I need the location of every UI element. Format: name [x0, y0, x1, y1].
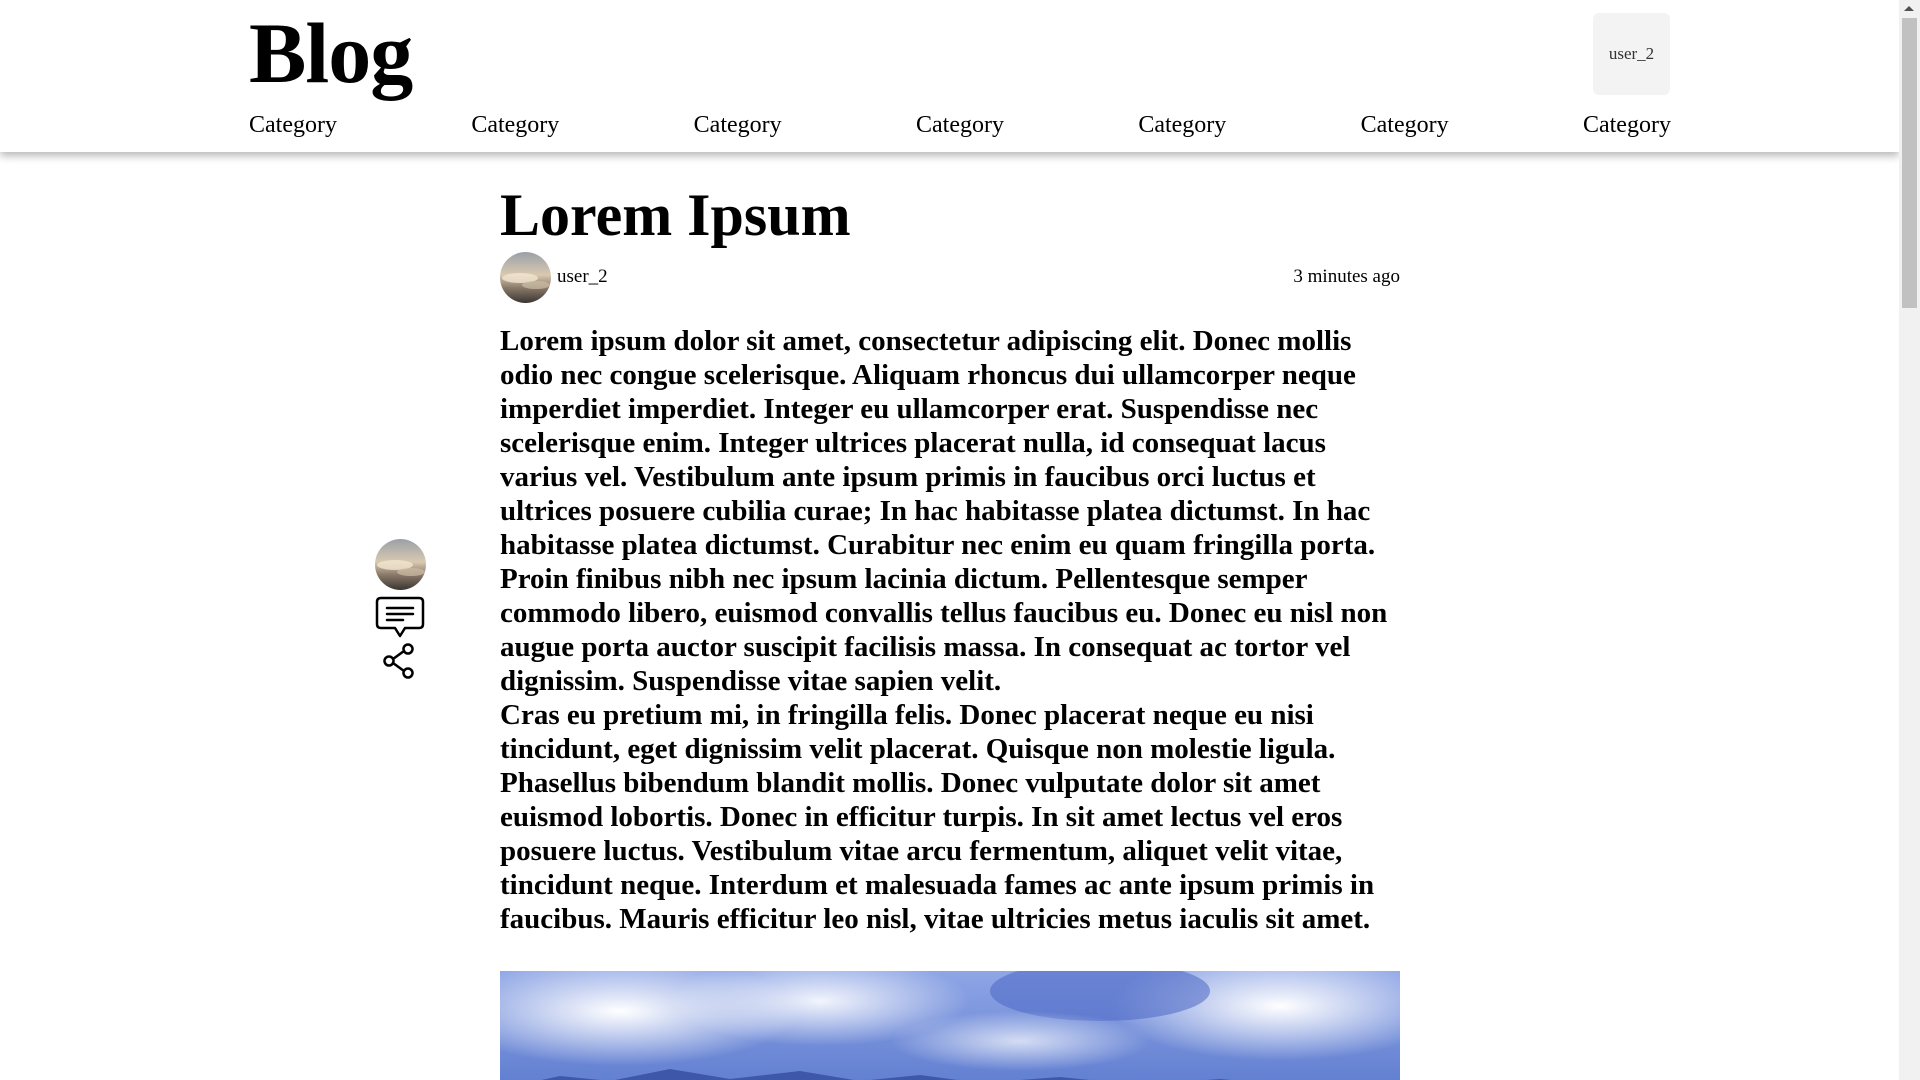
- article-paragraph-1: Lorem ipsum dolor sit amet, consectetur …: [500, 325, 1388, 697]
- site-logo[interactable]: Blog: [249, 10, 413, 96]
- site-header: Blog user_2 Category Category Category C…: [0, 0, 1899, 152]
- scroll-thumb[interactable]: [1902, 18, 1917, 308]
- nav-category-6[interactable]: Category: [1361, 110, 1449, 140]
- author-avatar[interactable]: [500, 252, 551, 303]
- article-timestamp: 3 minutes ago: [1293, 266, 1400, 287]
- share-icon[interactable]: [380, 641, 420, 681]
- nav-category-1[interactable]: Category: [249, 110, 337, 140]
- article-hero-image: [500, 971, 1400, 1080]
- avatar-image: [500, 252, 551, 303]
- nav-category-2[interactable]: Category: [471, 110, 559, 140]
- user-menu-button[interactable]: user_2: [1593, 13, 1670, 95]
- nav-category-5[interactable]: Category: [1138, 110, 1226, 140]
- author-avatar-button[interactable]: [374, 539, 426, 590]
- avatar-image: [374, 539, 426, 590]
- page: Blog user_2 Category Category Category C…: [0, 0, 1920, 1080]
- sky-image: [500, 971, 1400, 1080]
- nav-category-4[interactable]: Category: [916, 110, 1004, 140]
- article-action-rail: [374, 539, 426, 681]
- article-title: Lorem Ipsum: [500, 182, 851, 248]
- article-meta: user_2 3 minutes ago: [500, 252, 1400, 304]
- page-scrollbar[interactable]: [1899, 0, 1920, 1080]
- nav-category-7[interactable]: Category: [1583, 110, 1671, 140]
- comment-icon[interactable]: [375, 595, 425, 639]
- user-menu-label: user_2: [1608, 44, 1655, 63]
- nav-category-3[interactable]: Category: [694, 110, 782, 140]
- article-body: Lorem ipsum dolor sit amet, consectetur …: [500, 324, 1400, 936]
- article-paragraph-2: Cras eu pretium mi, in fringilla felis. …: [500, 699, 1375, 935]
- category-nav: Category Category Category Category Cate…: [249, 110, 1671, 140]
- article-author[interactable]: user_2: [557, 266, 608, 288]
- article: Lorem Ipsum user_2 3 minutes ago Lorem i…: [500, 178, 1400, 936]
- scroll-up-arrow-icon[interactable]: [1904, 6, 1914, 11]
